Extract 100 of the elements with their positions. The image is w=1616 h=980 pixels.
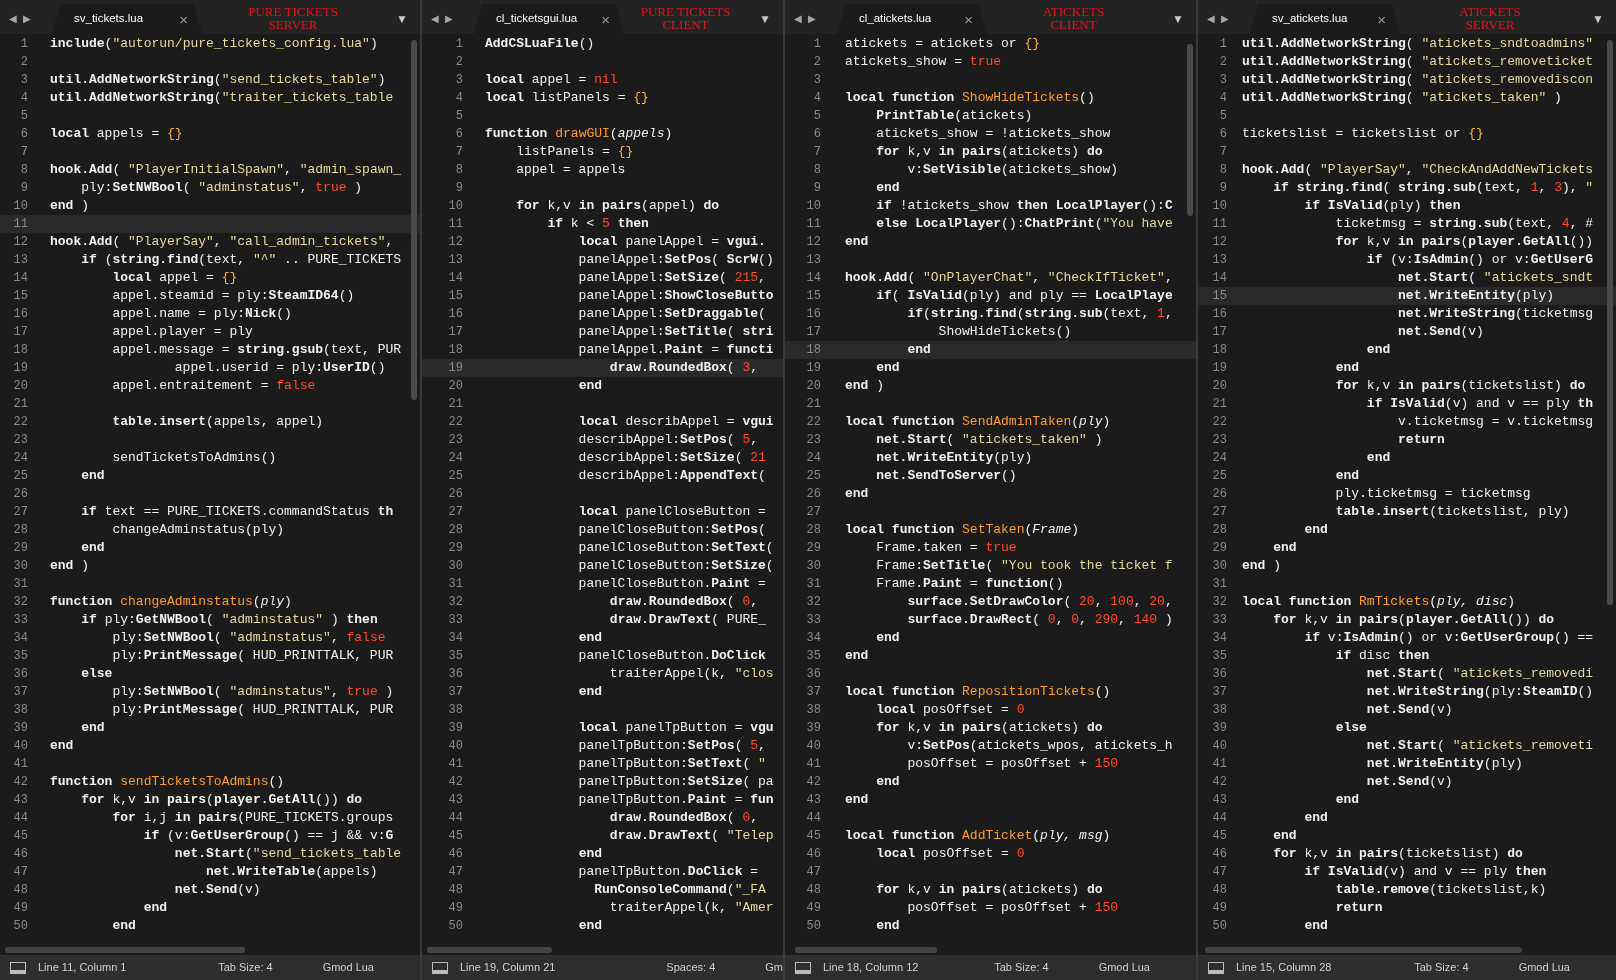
file-tab[interactable]: cl_ticketsgui.lua × [474,4,624,34]
line-number: 25 [805,468,821,485]
indentation-setting[interactable]: Spaces: 4 [666,959,716,976]
code-line: AddCSLuaFile() [485,35,595,53]
line-number: 50 [12,918,28,935]
line-number: 5 [1218,108,1227,125]
scroll-thumb[interactable] [795,947,937,953]
line-number: 18 [12,342,28,359]
line-number: 20 [805,378,821,395]
line-number: 46 [447,846,463,863]
panel-icon[interactable] [795,961,811,974]
code-line: appel.message = string.gsub(text, PUR [111,341,402,359]
tab-close-button[interactable]: × [179,11,188,27]
scroll-thumb[interactable] [427,947,552,953]
code-line: posOffset = posOffset + 150 [906,899,1119,917]
scroll-thumb[interactable] [1607,40,1613,605]
tab-menu-button[interactable]: ▼ [1160,4,1196,34]
line-number: 41 [805,756,821,773]
tab-menu-button[interactable]: ▼ [384,4,420,34]
nav-back-button[interactable]: ◀ [1204,4,1218,34]
line-number: 17 [12,324,28,341]
line-number: 20 [12,378,28,395]
code-line: for i,j in pairs(PURE_TICKETS.groups [111,809,394,827]
line-number: 7 [454,144,463,161]
code-line: table.insert(ticketslist, ply) [1334,503,1570,521]
code-line: if !atickets_show then LocalPlayer():C [875,197,1173,215]
code-line: table.insert(appels, appel) [111,413,324,431]
line-number: 31 [12,576,28,593]
file-tab[interactable]: sv_tickets.lua × [52,4,202,34]
line-number: 39 [447,720,463,737]
line-number: 45 [12,828,28,845]
code-line: v:SetPos(atickets_wpos, atickets_h [906,737,1173,755]
line-number: 37 [12,684,28,701]
code-line: atickets = atickets or {} [845,35,1041,53]
tab-menu-button[interactable]: ▼ [1580,4,1616,34]
code-line: net.Start( "atickets_sndt [1397,269,1594,287]
syntax-setting[interactable]: Gmod Lua [1518,959,1570,976]
panel-icon[interactable] [432,961,448,974]
scroll-thumb[interactable] [1205,947,1522,953]
code-line: panelAppel:SetPos( ScrW() [577,251,774,269]
code-line: end [875,179,900,197]
code-line: for k,v in pairs(player.GetAll()) do [80,791,363,809]
code-line: net.WriteEntity(ply) [1365,755,1523,773]
line-number: 28 [447,522,463,539]
nav-forward-button[interactable]: ▶ [20,4,34,34]
nav-back-button[interactable]: ◀ [428,4,442,34]
indentation-setting[interactable]: Tab Size: 4 [218,959,273,976]
nav-forward-button[interactable]: ▶ [442,4,456,34]
code-line: panelAppel:SetTitle( stri [577,323,774,341]
scroll-thumb[interactable] [5,947,245,953]
code-line: end [1334,467,1360,485]
code-line: end [1334,791,1360,809]
code-line: local function SendAdminTaken(ply) [845,413,1111,431]
nav-forward-button[interactable]: ▶ [1218,4,1232,34]
cursor-position: Line 15, Column 28 [1236,960,1332,976]
code-line: end [577,845,603,863]
code-line: end [845,233,869,251]
code-line: if disc then [1334,647,1430,665]
tab-menu-button[interactable]: ▼ [747,4,783,34]
line-number: 40 [1211,738,1227,755]
code-line: if ply:GetNWBool( "adminstatus" ) then [80,611,378,629]
code-line: if IsValid(ply) then [1303,197,1461,215]
nav-back-button[interactable]: ◀ [791,4,805,34]
tab-close-button[interactable]: × [601,11,610,27]
scroll-thumb[interactable] [1187,44,1193,216]
code-line: end [1365,341,1391,359]
syntax-setting[interactable]: Gmod Lua [322,959,374,976]
code-line: net.Start( "atickets_removedi [1365,665,1594,683]
syntax-setting[interactable]: Gmod Lua [1098,959,1150,976]
indentation-setting[interactable]: Tab Size: 4 [1414,959,1469,976]
line-number: 47 [1211,864,1227,881]
line-number: 31 [447,576,463,593]
line-number: 31 [1211,576,1227,593]
line-number: 44 [447,810,463,827]
panel-icon[interactable] [10,961,26,974]
line-number: 49 [447,900,463,917]
cursor-position: Line 19, Column 21 [460,960,556,976]
line-number: 9 [812,180,821,197]
annotation-label: ATICKETS SERVER [1459,3,1521,31]
file-tab[interactable]: sv_atickets.lua × [1250,4,1400,34]
tab-close-button[interactable]: × [1377,11,1386,27]
nav-forward-button[interactable]: ▶ [805,4,819,34]
code-line: end [1303,917,1328,935]
code-line: local describAppel = vgui [577,413,774,431]
line-number: 40 [12,738,28,755]
code-line: traiterAppel(k, "Amer [608,899,774,917]
panel-icon[interactable] [1208,961,1224,974]
file-tab[interactable]: cl_atickets.lua × [837,4,987,34]
indentation-setting[interactable]: Tab Size: 4 [994,959,1049,976]
syntax-setting[interactable]: Gm [765,959,783,976]
tab-close-button[interactable]: × [964,11,973,27]
scroll-thumb[interactable] [411,40,417,400]
line-number: 3 [19,72,28,89]
code-line: include("autorun/pure_tickets_config.lua") [50,35,378,53]
line-number: 11 [447,216,463,233]
line-number: 10 [447,198,463,215]
code-line: panelAppel:SetDraggable( [577,305,766,323]
code-line: for k,v in pairs(appel) do [515,197,720,215]
nav-back-button[interactable]: ◀ [6,4,20,34]
code-line: end [1334,359,1360,377]
